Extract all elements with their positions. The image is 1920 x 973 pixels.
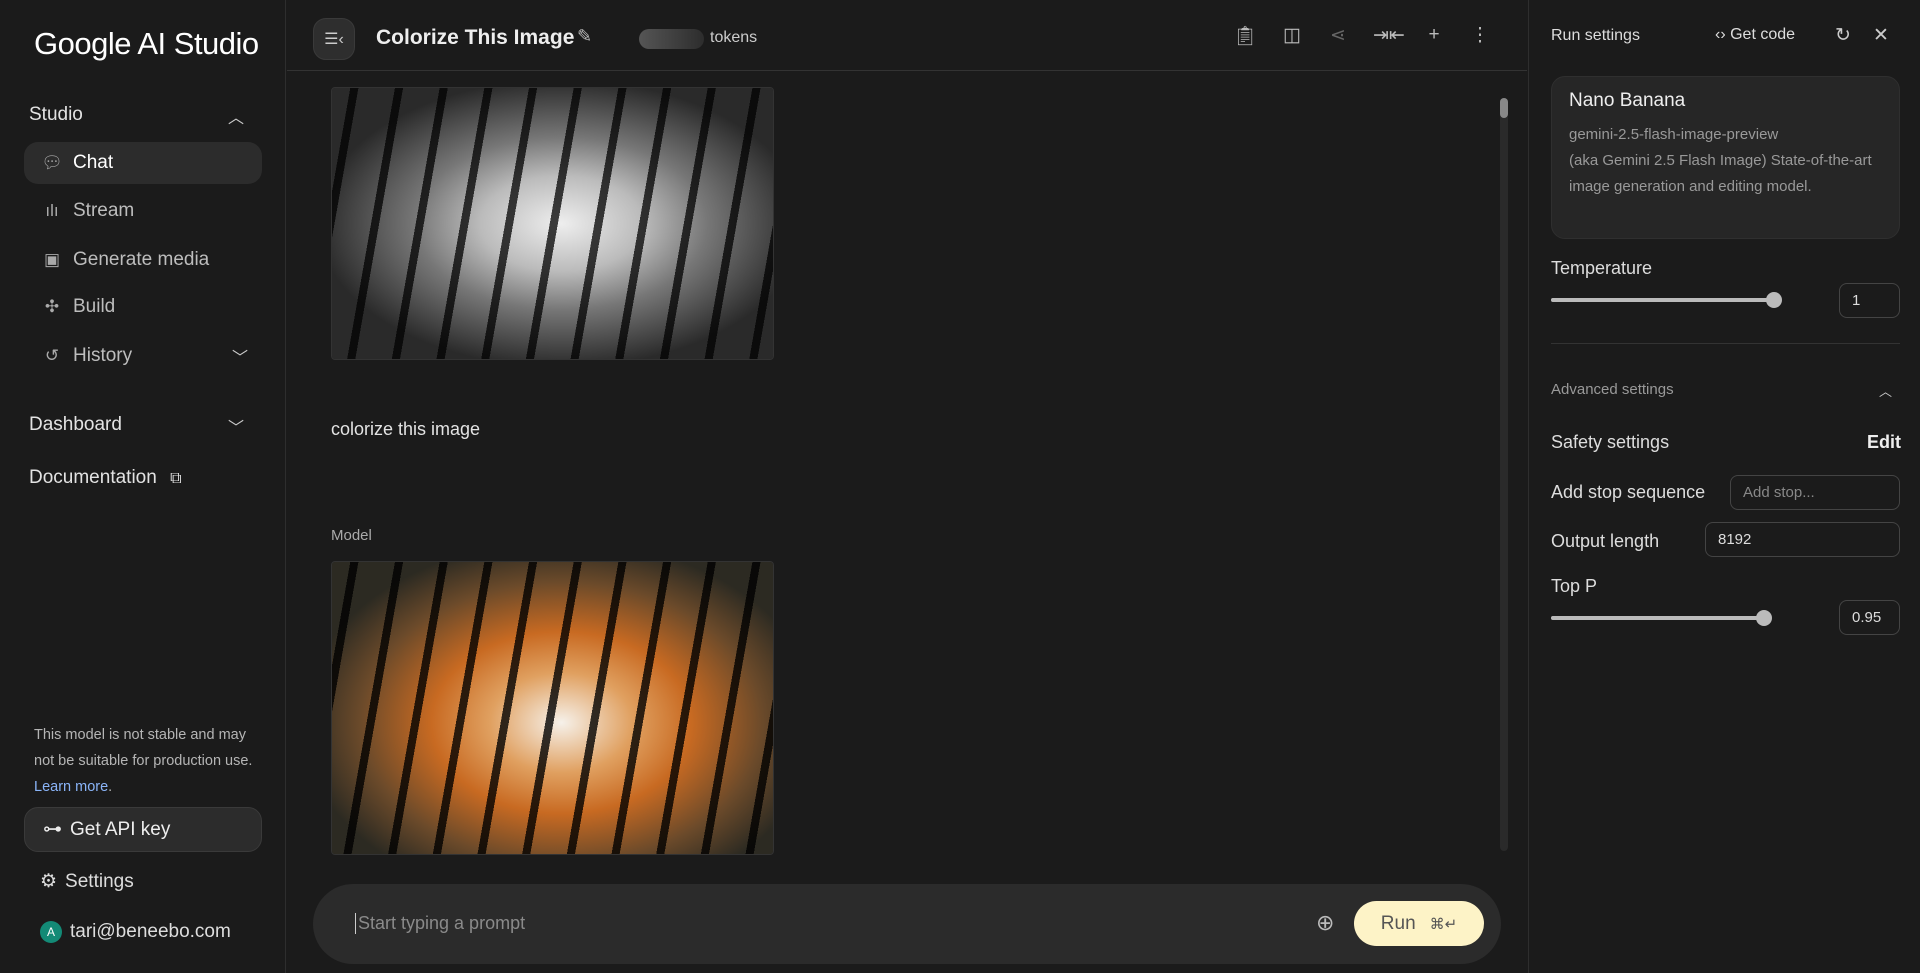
new-chat-icon[interactable]: + (1421, 24, 1447, 46)
page-title: Colorize This Image (376, 26, 575, 49)
header: ☰‹ Colorize This Image ✎ tokens 📋︎ ◫ ⋖ ⇥… (287, 0, 1527, 71)
top-p-label: Top P (1551, 576, 1598, 596)
share-icon[interactable]: ⋖ (1325, 24, 1351, 47)
sidebar-item-label: History (73, 345, 133, 366)
close-icon[interactable]: ✕ (1873, 24, 1889, 47)
gear-icon: ⚙ (40, 871, 58, 892)
run-shortcut: ⌘↵ (1429, 915, 1458, 933)
sidebar-item-label: Chat (73, 152, 114, 173)
code-icon: ‹› (1715, 26, 1726, 43)
user-uploaded-image[interactable] (331, 87, 774, 360)
divider (1551, 343, 1900, 344)
temperature-slider[interactable] (1551, 292, 1782, 308)
get-api-key-label: Get API key (70, 818, 171, 840)
dashboard-section[interactable]: Dashboard (29, 414, 122, 436)
model-description: (aka Gemini 2.5 Flash Image) State-of-th… (1569, 152, 1872, 195)
chevron-down-icon: ﹀ (231, 350, 248, 367)
sidebar-item-build[interactable]: ✣ Build (24, 286, 262, 328)
top-p-slider-fill (1551, 616, 1764, 620)
get-code-label: Get code (1730, 26, 1796, 43)
get-code-button[interactable]: ‹› Get code (1715, 26, 1795, 44)
model-generated-image[interactable] (331, 561, 774, 855)
history-icon: ↺ (44, 346, 60, 365)
chevron-up-icon[interactable]: ︿ (1879, 381, 1892, 400)
compare-icon[interactable]: ◫ (1279, 24, 1305, 47)
grayscale-tiger-image (332, 88, 773, 359)
run-settings-title: Run settings (1551, 27, 1640, 44)
account-button[interactable]: Atari@beneebo.com (40, 921, 231, 943)
learn-more-link[interactable]: Learn more (34, 779, 108, 795)
safety-edit-button[interactable]: Edit (1867, 432, 1901, 453)
top-p-slider[interactable] (1551, 610, 1772, 626)
compress-icon[interactable]: ⇥⇤ (1373, 24, 1405, 47)
temperature-slider-knob[interactable] (1766, 292, 1782, 308)
chat-icon: 💬︎ (41, 153, 63, 172)
settings-button[interactable]: ⚙ Settings (40, 870, 134, 893)
clipboard-icon[interactable]: 📋︎ (1232, 24, 1258, 48)
sidebar-item-label: Generate media (73, 249, 210, 270)
model-warning: This model is not stable and may not be … (34, 727, 253, 795)
documentation-link[interactable]: Documentation ⧉ (29, 467, 182, 489)
tokens-label: tokens (710, 29, 758, 46)
edit-title-icon[interactable]: ✎ (577, 26, 592, 47)
settings-label: Settings (65, 870, 134, 892)
temperature-slider-fill (1551, 298, 1774, 302)
avatar: A (40, 921, 62, 943)
sidebar-item-history[interactable]: ↺ History ﹀ (24, 335, 262, 377)
sidebar: Google AI Studio Studio ︿ 💬︎ Chat ılı Stre… (0, 0, 286, 973)
waveform-icon: ılı (45, 201, 59, 220)
temperature-label: Temperature (1551, 258, 1653, 278)
temperature-input[interactable]: 1 (1839, 283, 1900, 318)
studio-section-header[interactable]: Studio (29, 104, 83, 126)
model-id: gemini-2.5-flash-image-preview (1569, 126, 1779, 143)
reset-settings-icon[interactable]: ↻ (1835, 24, 1851, 47)
prompt-input[interactable]: Start typing a prompt (355, 913, 525, 934)
stop-sequence-label: Add stop sequence (1551, 482, 1706, 502)
sidebar-item-label: Build (73, 296, 116, 317)
more-options-icon[interactable]: ⋮ (1467, 24, 1493, 47)
output-length-label: Output length (1551, 531, 1660, 551)
safety-settings-label: Safety settings (1551, 432, 1670, 452)
warning-text: This model is not stable and may not be … (34, 727, 253, 769)
external-link-icon: ⧉ (170, 470, 182, 487)
chevron-up-icon[interactable]: ︿ (228, 104, 244, 128)
chat-area: colorize this image Model (287, 72, 1527, 872)
token-count-placeholder (639, 29, 704, 49)
sidebar-item-generate-media[interactable]: ▣ Generate media (24, 239, 262, 281)
prompt-bar: Start typing a prompt ⊕ Run ⌘↵ (313, 884, 1501, 964)
chevron-down-icon[interactable]: ﹀ (228, 414, 244, 438)
user-email: tari@beneebo.com (70, 921, 231, 942)
run-settings-panel: Run settings ‹› Get code ↻ ✕ Nano Banana… (1528, 0, 1920, 973)
logo[interactable]: Google AI Studio (34, 26, 259, 62)
documentation-label: Documentation (29, 467, 157, 488)
key-icon: ⊶ (43, 819, 62, 840)
add-media-icon[interactable]: ⊕ (1316, 910, 1334, 936)
stop-sequence-input[interactable]: Add stop... (1730, 475, 1900, 510)
top-p-slider-knob[interactable] (1756, 610, 1772, 626)
run-button[interactable]: Run ⌘↵ (1354, 901, 1484, 946)
image-icon: ▣ (43, 250, 61, 269)
get-api-key-button[interactable]: ⊶ Get API key (24, 807, 262, 852)
menu-collapse-icon: ☰‹ (324, 31, 344, 48)
model-role-label: Model (331, 527, 372, 544)
colorized-tiger-image (332, 562, 773, 854)
model-selector-card[interactable]: Nano Banana gemini-2.5-flash-image-previ… (1551, 76, 1900, 239)
top-p-input[interactable]: 0.95 (1839, 600, 1900, 635)
model-name: Nano Banana (1569, 90, 1686, 111)
sidebar-item-stream[interactable]: ılı Stream (24, 190, 262, 232)
scrollbar-thumb[interactable] (1500, 98, 1508, 118)
toggle-sidebar-button[interactable]: ☰‹ (313, 18, 355, 60)
scrollbar[interactable] (1500, 98, 1508, 851)
sidebar-item-label: Stream (73, 200, 135, 221)
user-message: colorize this image (331, 419, 481, 439)
run-label: Run (1380, 912, 1416, 934)
puzzle-icon: ✣ (44, 297, 60, 316)
output-length-input[interactable]: 8192 (1705, 522, 1900, 557)
sidebar-item-chat[interactable]: 💬︎ Chat (24, 142, 262, 184)
advanced-settings-toggle[interactable]: Advanced settings (1551, 381, 1674, 398)
